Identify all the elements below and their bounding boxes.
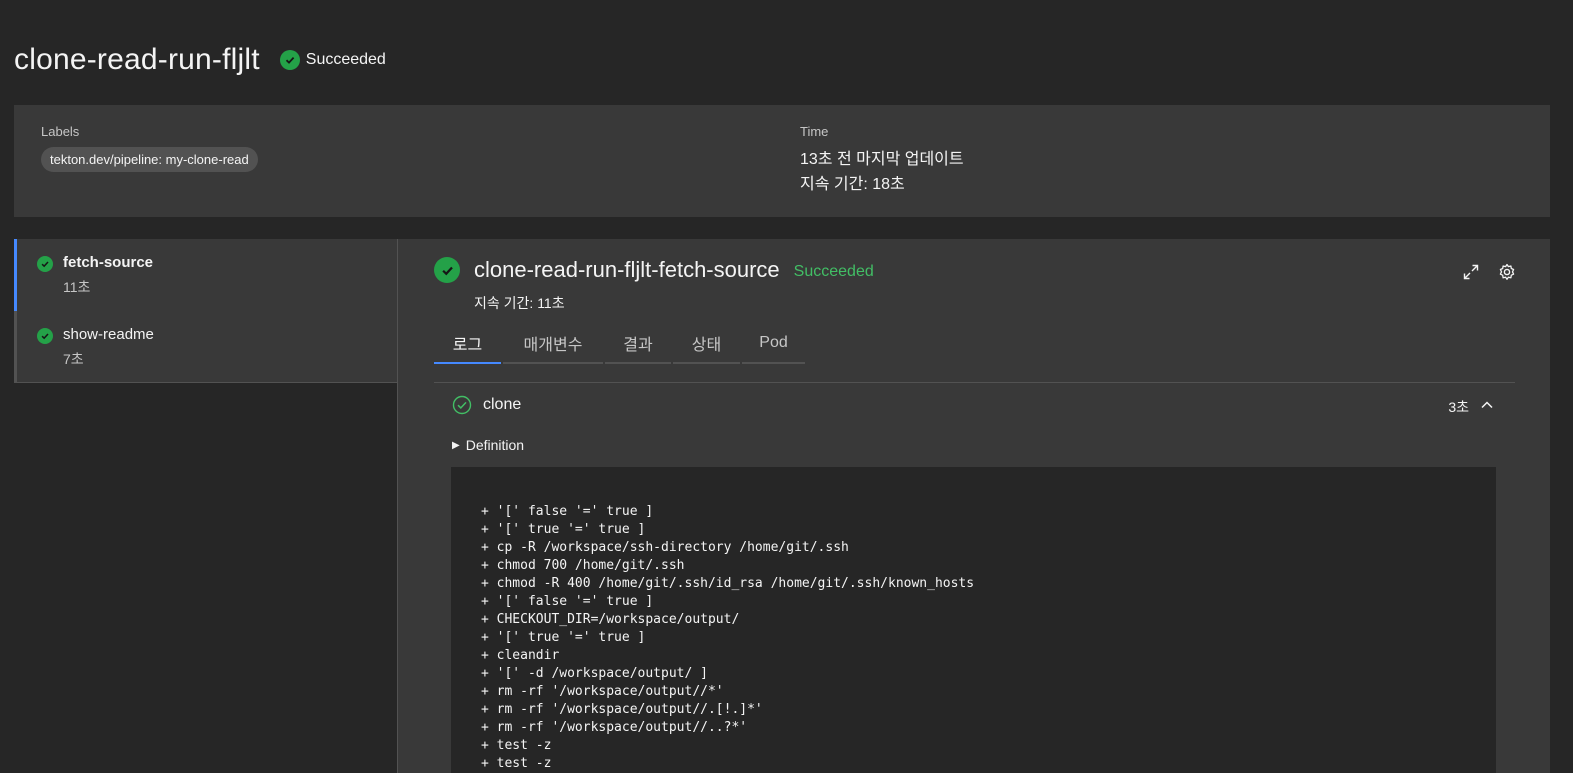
chevron-up-icon[interactable] (1479, 397, 1495, 413)
tab-status[interactable]: 상태 (673, 324, 740, 364)
log-line: + '[' -d /workspace/output/ ] (481, 666, 708, 681)
log-line: + '[' false '=' true ] (481, 594, 654, 609)
log-line: + rm -rf '/workspace/output//..?*' (481, 720, 748, 735)
log-line: + test -z (481, 738, 552, 753)
detail-actions (1462, 263, 1516, 281)
check-circle-icon (434, 257, 460, 283)
log-line: + '[' true '=' true ] (481, 522, 646, 537)
log-line: + chmod -R 400 /home/git/.ssh/id_rsa /ho… (481, 576, 975, 591)
page-header: clone-read-run-fljlt Succeeded (14, 40, 386, 80)
step-duration: 3초 (1448, 399, 1469, 415)
step-name: clone (483, 396, 522, 413)
check-outline-icon (452, 395, 472, 415)
task-detail-status: Succeeded (793, 262, 874, 280)
task-run-panel: fetch-source 11초 show-readme 7초 clone-re… (14, 239, 1550, 773)
time-section: Time 13초 전 마지막 업데이트 지속 기간: 18초 (800, 124, 964, 197)
task-name: fetch-source (63, 254, 154, 271)
task-detail-header: clone-read-run-fljlt-fetch-source Succee… (434, 257, 874, 283)
log-line: + CHECKOUT_DIR=/workspace/output/ (481, 612, 740, 627)
check-circle-icon (37, 256, 53, 272)
definition-toggle[interactable]: ▶ Definition (452, 437, 524, 453)
tab-logs[interactable]: 로그 (434, 324, 501, 364)
run-info-panel: Labels tekton.dev/pipeline: my-clone-rea… (14, 105, 1550, 217)
check-circle-icon (37, 328, 53, 344)
step-header-clone[interactable]: clone 3초 (434, 382, 1515, 428)
task-detail: clone-read-run-fljlt-fetch-source Succee… (434, 239, 1550, 773)
tab-parameters[interactable]: 매개변수 (503, 324, 603, 364)
run-status-label: Succeeded (305, 51, 386, 68)
log-line: + '[' true '=' true ] (481, 630, 646, 645)
task-detail-title: clone-read-run-fljlt-fetch-source (474, 257, 780, 282)
maximize-icon[interactable] (1462, 263, 1480, 281)
caret-right-icon: ▶ (452, 439, 460, 451)
label-tag: tekton.dev/pipeline: my-clone-read (41, 147, 258, 172)
log-output: + '[' false '=' true ] + '[' true '=' tr… (451, 467, 1496, 773)
run-status: Succeeded (279, 50, 386, 70)
detail-tabs: 로그 매개변수 결과 상태 Pod (434, 324, 807, 364)
log-line: + rm -rf '/workspace/output//.[!.]*' (481, 702, 763, 717)
log-line: + cleandir (481, 648, 560, 663)
gear-icon[interactable] (1498, 263, 1516, 281)
task-name: show-readme (63, 326, 154, 343)
labels-heading: Labels (41, 124, 80, 139)
check-circle-icon (279, 50, 300, 70)
task-duration: 11초 (63, 279, 91, 295)
log-line: + rm -rf '/workspace/output//*' (481, 684, 724, 699)
tab-results[interactable]: 결과 (605, 324, 671, 364)
task-item-show-readme[interactable]: show-readme 7초 (14, 311, 397, 383)
log-line: + '[' false '=' true ] (481, 504, 654, 519)
definition-label: Definition (465, 437, 525, 453)
last-updated: 13초 전 마지막 업데이트 (800, 151, 964, 168)
task-list: fetch-source 11초 show-readme 7초 (14, 239, 398, 773)
log-line: + cp -R /workspace/ssh-directory /home/g… (481, 540, 849, 555)
time-heading: Time (800, 124, 829, 139)
labels-section: Labels tekton.dev/pipeline: my-clone-rea… (41, 124, 258, 172)
task-item-fetch-source[interactable]: fetch-source 11초 (14, 239, 397, 311)
task-duration: 7초 (63, 351, 84, 367)
tab-pod[interactable]: Pod (742, 324, 805, 364)
run-duration: 지속 기간: 18초 (800, 176, 905, 193)
page-title: clone-read-run-fljlt (14, 43, 260, 76)
log-line: + test -z (481, 756, 552, 771)
log-line: + chmod 700 /home/git/.ssh (481, 558, 685, 573)
task-detail-duration: 지속 기간: 11초 (474, 295, 565, 311)
